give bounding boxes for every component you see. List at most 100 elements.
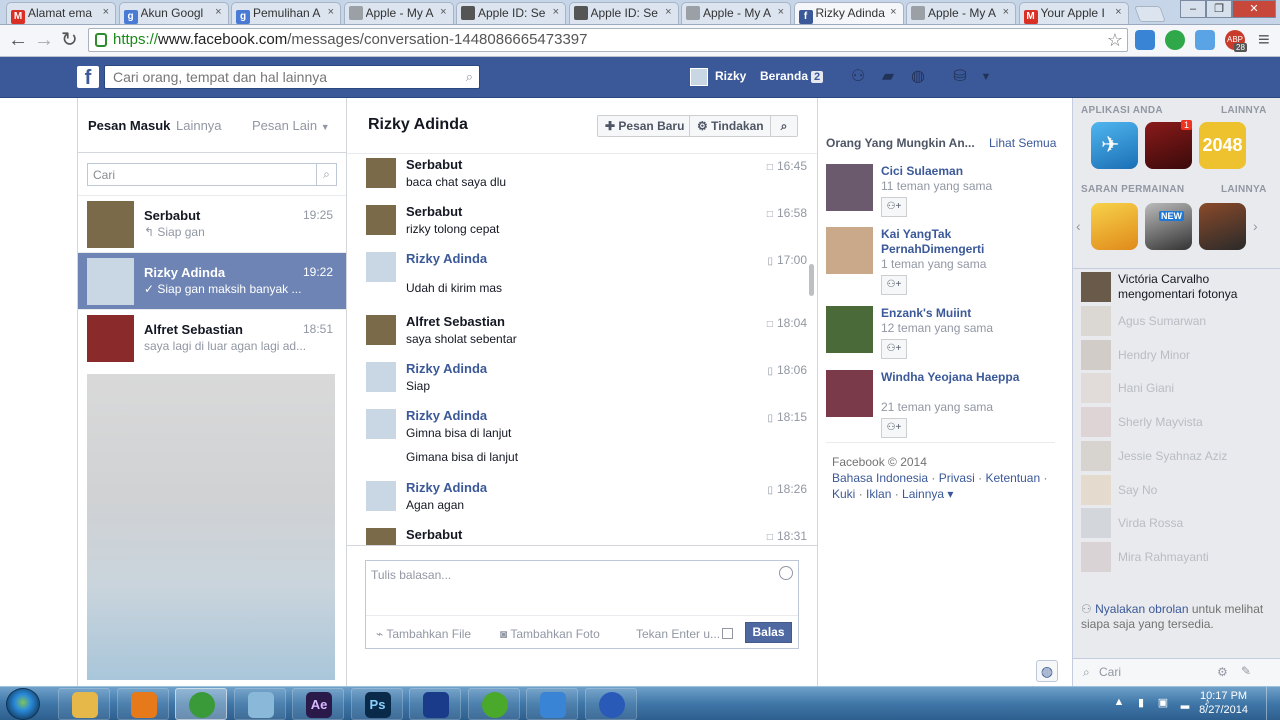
extension-cloud-icon[interactable] [1135,30,1155,50]
chat-friend-item[interactable]: Sherly Mayvista [1081,407,1276,438]
taskbar-app-explorer[interactable] [58,688,110,720]
notifications-globe-icon[interactable]: ◍ [908,69,928,85]
message-author[interactable]: Serbabut [406,204,462,219]
airplane-app-icon[interactable]: ✈ [1091,122,1138,169]
person-photo[interactable] [826,227,873,274]
browser-tab[interactable]: Apple - My A × [681,2,791,24]
taskbar-app-utorrent[interactable] [467,688,520,720]
browser-tab[interactable]: g Akun Googl × [118,2,229,24]
games-next-arrow-icon[interactable]: › [1253,218,1258,234]
chat-friend-item[interactable]: Virda Rossa [1081,508,1276,539]
close-tab-icon[interactable]: × [103,6,109,18]
thread-item[interactable]: Alfret Sebastian 18:51 saya lagi di luar a… [78,309,346,366]
games-more-link[interactable]: LAINNYA [1221,184,1267,195]
emoji-icon[interactable] [779,566,793,580]
browser-tab[interactable]: Apple - My A × [906,2,1016,24]
chat-friend-item[interactable]: Agus Sumarwan [1081,306,1276,336]
taskbar-app-metro[interactable] [409,688,461,720]
browser-tab[interactable]: Apple ID: Se × [568,2,679,24]
new-message-button[interactable]: ✚ Pesan Baru [597,115,693,137]
footer-link[interactable]: Ketentuan [985,471,1040,485]
reply-composer[interactable]: Tulis balasan... ⌁ Tambahkan File ◙ Tamb… [365,560,799,649]
person-name[interactable]: Windha Yeojana Haeppa [881,370,1031,385]
scrollbar-thumb[interactable] [809,264,814,296]
person-name[interactable]: Kai YangTak PernahDimengerti [881,227,1031,257]
add-friend-button[interactable]: ⚇+ [881,418,907,438]
add-photo-button[interactable]: ◙ Tambahkan Foto [500,627,600,641]
close-tab-icon[interactable]: × [890,6,896,18]
close-tab-icon[interactable]: × [328,6,334,18]
person-photo[interactable] [826,370,873,417]
close-tab-icon[interactable]: × [778,6,784,18]
message-author[interactable]: Rizky Adinda [406,480,487,495]
add-friend-button[interactable]: ⚇+ [881,197,907,217]
language-globe-icon[interactable]: ◍ [1036,660,1058,682]
footer-link[interactable]: Bahasa Indonesia [832,471,928,485]
privacy-shortcuts-icon[interactable]: ⛁ [950,69,970,85]
facebook-logo-icon[interactable]: f [77,66,99,89]
footer-link[interactable]: Kuki [832,487,855,501]
extension-hangouts-icon[interactable] [1165,30,1185,50]
message-author[interactable]: Serbabut [406,527,462,542]
mutual-friends[interactable]: 11 teman yang sama [881,179,992,193]
taskbar-app-chrome[interactable] [175,688,227,720]
taskbar-app-media-player[interactable] [116,688,169,720]
press-enter-checkbox[interactable] [722,628,733,639]
sidebar-search-input[interactable]: ⌕ Cari ⚙ ✎ [1073,658,1280,686]
app-2048-icon[interactable]: 2048 [1199,122,1246,169]
start-button[interactable] [6,688,40,720]
tray-network-error-icon[interactable]: ▣ [1156,696,1170,710]
minimize-window-button[interactable]: ‒ [1180,0,1206,18]
chat-friend-item[interactable]: Say No [1081,474,1276,505]
turn-on-chat-link[interactable]: Nyalakan obrolan [1095,602,1188,616]
footer-link[interactable]: Lainnya ▾ [902,487,953,501]
show-desktop-button[interactable] [1266,687,1280,721]
tray-device-icon[interactable]: ▮ [1134,696,1148,710]
see-all-link[interactable]: Lihat Semua [989,136,1056,150]
chat-options-gear-icon[interactable]: ⚙ [1217,665,1228,679]
profile-link[interactable]: Rizky [715,69,746,83]
person-name[interactable]: Enzank's Muiint [881,306,1031,321]
game-dino-icon[interactable] [1199,203,1246,250]
search-icon[interactable]: ⌕ [466,69,473,85]
taskbar-app-notepad[interactable] [233,688,286,720]
footer-link[interactable]: Privasi [939,471,975,485]
close-tab-icon[interactable]: × [665,6,671,18]
chrome-menu-icon[interactable]: ≡ [1258,29,1270,51]
search-icon[interactable]: ⌕ [316,164,336,185]
games-prev-arrow-icon[interactable]: ‹ [1076,218,1081,234]
new-tab-button[interactable] [1134,6,1166,22]
browser-tab[interactable]: M Alamat ema × [6,2,116,24]
reply-button[interactable]: Balas [745,622,792,643]
taskbar-app-photoshop[interactable]: Ps [350,688,403,720]
message-author[interactable]: Rizky Adinda [406,361,487,376]
browser-tab[interactable]: Apple - My A × [343,2,454,24]
mutual-friends[interactable]: 21 teman yang sama [881,400,993,414]
facebook-search-input[interactable]: Cari orang, tempat dan hal lainnya ⌕ [104,65,480,89]
close-tab-icon[interactable]: × [1003,6,1009,18]
messages-icon[interactable]: ▰ [878,69,898,85]
tray-signal-icon[interactable]: ▂ [1178,696,1192,710]
person-name[interactable]: Cici Sulaeman [881,164,1031,179]
forward-button[interactable]: → [34,29,54,51]
browser-tab[interactable]: f Rizky Adinda × [793,2,904,24]
game-pet-icon[interactable] [1091,203,1138,250]
taskbar-app-itunes[interactable] [584,688,637,720]
close-window-button[interactable]: ✕ [1232,0,1276,18]
thread-item[interactable]: Rizky Adinda 19:22 ✓ Siap gan maksih banya… [78,252,346,309]
footer-link[interactable]: Iklan [866,487,891,501]
message-author[interactable]: Serbabut [406,157,462,172]
close-tab-icon[interactable]: × [215,6,221,18]
tab-more[interactable]: Lainnya [176,118,222,133]
message-author[interactable]: Alfret Sebastian [406,314,505,329]
message-author[interactable]: Rizky Adinda [406,408,487,423]
apps-more-link[interactable]: LAINNYA [1221,105,1267,116]
extension-icloud-icon[interactable] [1195,30,1215,50]
account-menu-icon[interactable]: ▼ [976,69,996,85]
message-author[interactable]: Rizky Adinda [406,251,487,266]
add-friend-button[interactable]: ⚇+ [881,275,907,295]
maximize-window-button[interactable]: ❐ [1206,0,1232,18]
address-bar[interactable]: https://www.facebook.com/messages/conver… [88,28,1128,52]
back-button[interactable]: ← [8,29,28,51]
chat-friend-item[interactable]: Hendry Minor [1081,339,1276,370]
